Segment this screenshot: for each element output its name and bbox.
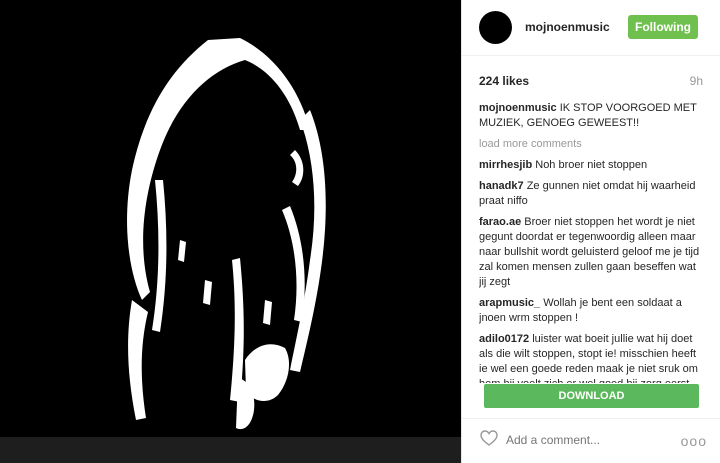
comment-item: farao.ae Broer niet stoppen het wordt je… — [479, 215, 705, 290]
comments-list[interactable]: mojnoenmusic IK STOP VOORGOED MET MUZIEK… — [479, 101, 705, 383]
following-button[interactable]: Following — [628, 15, 698, 39]
hooded-figure-illustration — [127, 38, 326, 430]
caption: mojnoenmusic IK STOP VOORGOED MET MUZIEK… — [479, 101, 705, 131]
add-comment-input[interactable] — [506, 431, 656, 449]
post-footer: ooo — [462, 418, 720, 463]
comment-text: Noh broer niet stoppen — [535, 159, 648, 171]
comment-user[interactable]: mirrhesjib — [479, 159, 532, 171]
comment-user[interactable]: hanadk7 — [479, 180, 524, 192]
more-options-icon[interactable]: ooo — [681, 433, 707, 449]
comment-user[interactable]: farao.ae — [479, 216, 521, 228]
caption-user[interactable]: mojnoenmusic — [479, 102, 557, 114]
comment-user[interactable]: arapmusic_ — [479, 297, 540, 309]
heart-icon[interactable] — [480, 430, 498, 451]
download-button[interactable]: DOWNLOAD — [484, 384, 699, 408]
comment-item: adilo0172 luister wat boeit jullie wat h… — [479, 332, 705, 383]
post-header: mojnoenmusic Following — [462, 0, 720, 56]
load-more-comments-link[interactable]: load more comments — [479, 137, 705, 152]
comment-item: hanadk7 Ze gunnen niet omdat hij waarhei… — [479, 179, 705, 209]
post-time: 9h — [689, 74, 703, 88]
post-image — [0, 0, 461, 463]
post-sidebar: mojnoenmusic Following 224 likes 9h mojn… — [461, 0, 720, 463]
comment-item: mirrhesjib Noh broer niet stoppen — [479, 158, 705, 173]
avatar[interactable] — [479, 11, 512, 44]
username[interactable]: mojnoenmusic — [525, 20, 610, 34]
comment-item: arapmusic_ Wollah je bent een soldaat a … — [479, 296, 705, 326]
comment-user[interactable]: adilo0172 — [479, 333, 529, 345]
image-bottom-strip — [0, 437, 461, 463]
likes-count[interactable]: 224 likes — [479, 74, 529, 88]
